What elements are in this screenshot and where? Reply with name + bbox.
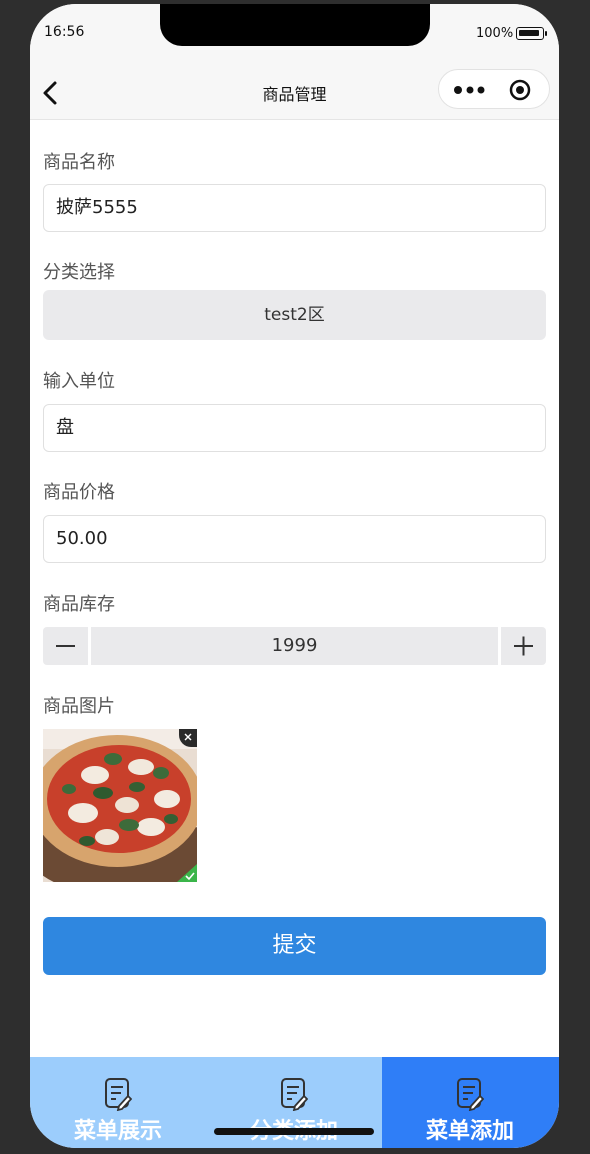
minus-icon: [56, 645, 75, 647]
mini-program-capsule: [438, 69, 550, 109]
stock-decrement-button[interactable]: [43, 627, 88, 665]
unit-label: 输入单位: [43, 371, 115, 392]
target-circle-icon[interactable]: [509, 79, 531, 101]
price-input[interactable]: 50.00: [43, 515, 546, 563]
edit-document-icon: [281, 1078, 308, 1111]
submit-button[interactable]: 提交: [43, 917, 546, 975]
stock-stepper: 1999: [43, 627, 546, 665]
remove-image-button[interactable]: [179, 729, 197, 747]
pizza-image: [43, 729, 197, 882]
notch: [160, 4, 430, 46]
close-icon: [184, 733, 192, 741]
tab-label: 菜单添加: [425, 1119, 514, 1144]
tab-menu-add[interactable]: 菜单添加: [382, 1057, 559, 1148]
image-label: 商品图片: [43, 696, 115, 717]
plus-icon: [514, 636, 533, 656]
edit-document-icon: [105, 1078, 132, 1111]
product-image-thumbnail[interactable]: [43, 729, 197, 882]
stock-label: 商品库存: [43, 594, 115, 615]
phone-screen: 16:56 100% 商品管理 商品名称 披萨5555 分类选择 test2区 …: [30, 4, 559, 1148]
edit-document-icon: [457, 1078, 484, 1111]
nav-bar: 商品管理: [30, 60, 559, 120]
status-time: 16:56: [44, 24, 85, 40]
tab-menu-display[interactable]: 菜单展示: [30, 1057, 206, 1148]
stock-increment-button[interactable]: [501, 627, 546, 665]
name-label: 商品名称: [43, 152, 115, 173]
category-label: 分类选择: [43, 262, 115, 283]
unit-input[interactable]: 盘: [43, 404, 546, 452]
tab-label: 菜单展示: [73, 1119, 162, 1144]
more-dots-icon[interactable]: [453, 82, 487, 98]
check-icon: [177, 864, 197, 882]
stock-value[interactable]: 1999: [91, 627, 498, 665]
name-input[interactable]: 披萨5555: [43, 184, 546, 232]
battery-icon: [516, 27, 547, 40]
battery-percent: 100%: [476, 26, 514, 41]
home-indicator: [214, 1128, 374, 1135]
price-label: 商品价格: [43, 482, 115, 503]
category-select[interactable]: test2区: [43, 290, 546, 340]
